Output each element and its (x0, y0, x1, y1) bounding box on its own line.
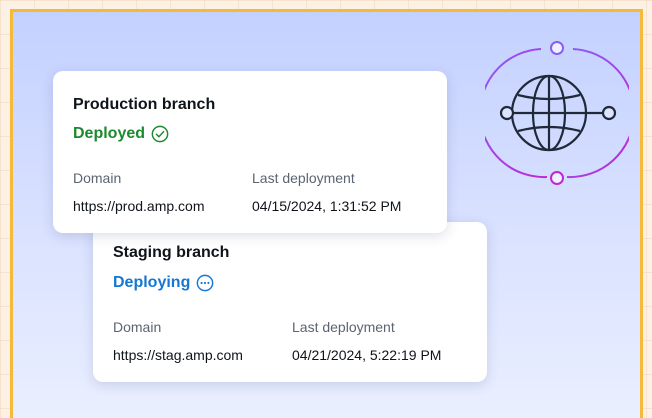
production-last-deployment-value: 04/15/2024, 1:31:52 PM (252, 198, 402, 214)
production-status-label: Deployed (73, 125, 146, 142)
staging-last-deployment-value: 04/21/2024, 5:22:19 PM (292, 347, 442, 363)
staging-status-label: Deploying (113, 274, 191, 291)
staging-branch-card[interactable]: Staging branch Deploying Domain https://… (93, 222, 487, 382)
staging-status: Deploying (113, 274, 214, 292)
check-circle-icon (151, 125, 169, 143)
staging-branch-title: Staging branch (113, 244, 230, 261)
production-last-deployment-label: Last deployment (252, 170, 355, 186)
globe-icon (485, 41, 629, 185)
staging-domain-label: Domain (113, 319, 162, 335)
production-domain-label: Domain (73, 170, 122, 186)
production-domain-link[interactable]: https://prod.amp.com (73, 198, 205, 214)
ellipsis-circle-icon (196, 274, 214, 292)
production-branch-title: Production branch (73, 96, 216, 113)
staging-domain-link[interactable]: https://stag.amp.com (113, 347, 243, 363)
production-status: Deployed (73, 125, 169, 143)
staging-last-deployment-label: Last deployment (292, 319, 395, 335)
production-branch-card[interactable]: Production branch Deployed Domain https:… (53, 71, 447, 233)
illustration-frame: Staging branch Deploying Domain https://… (10, 9, 643, 418)
